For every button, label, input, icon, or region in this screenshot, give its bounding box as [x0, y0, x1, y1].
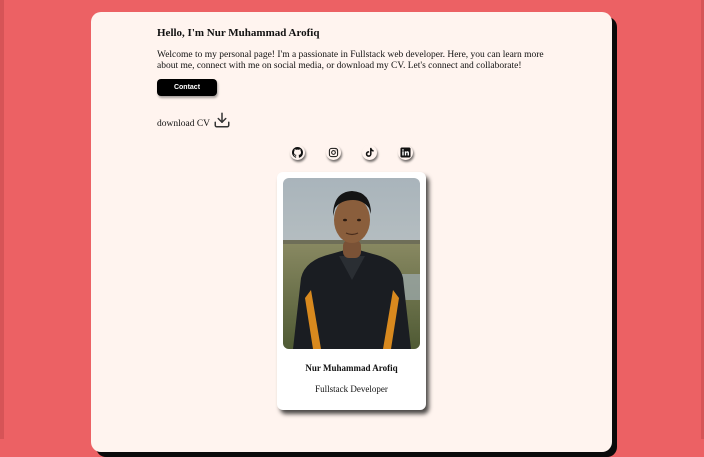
download-cv-label: download CV: [157, 119, 211, 129]
github-icon: [292, 147, 303, 158]
intro-description: Welcome to my personal page! I'm a passi…: [157, 50, 544, 71]
contact-button[interactable]: Contact: [157, 79, 217, 96]
download-icon: [214, 112, 230, 128]
linkedin-icon: [400, 147, 411, 158]
intro-section: Hello, I'm Nur Muhammad Arofiq Welcome t…: [157, 27, 547, 71]
download-cv-link[interactable]: download CV: [157, 109, 231, 129]
social-links: [290, 145, 416, 161]
profile-photo: [283, 178, 420, 349]
tiktok-link[interactable]: [362, 145, 377, 160]
greeting-heading: Hello, I'm Nur Muhammad Arofiq: [157, 27, 320, 39]
profile-role: Fullstack Developer: [315, 384, 388, 394]
main-card: Hello, I'm Nur Muhammad Arofiq Welcome t…: [91, 12, 612, 452]
profile-name: Nur Muhammad Arofiq: [305, 363, 398, 373]
instagram-icon: [328, 147, 339, 158]
linkedin-link[interactable]: [398, 145, 413, 160]
instagram-link[interactable]: [326, 145, 341, 160]
tiktok-icon: [365, 147, 374, 157]
profile-card: Nur Muhammad Arofiq Fullstack Developer: [277, 172, 426, 410]
github-link[interactable]: [290, 145, 305, 160]
